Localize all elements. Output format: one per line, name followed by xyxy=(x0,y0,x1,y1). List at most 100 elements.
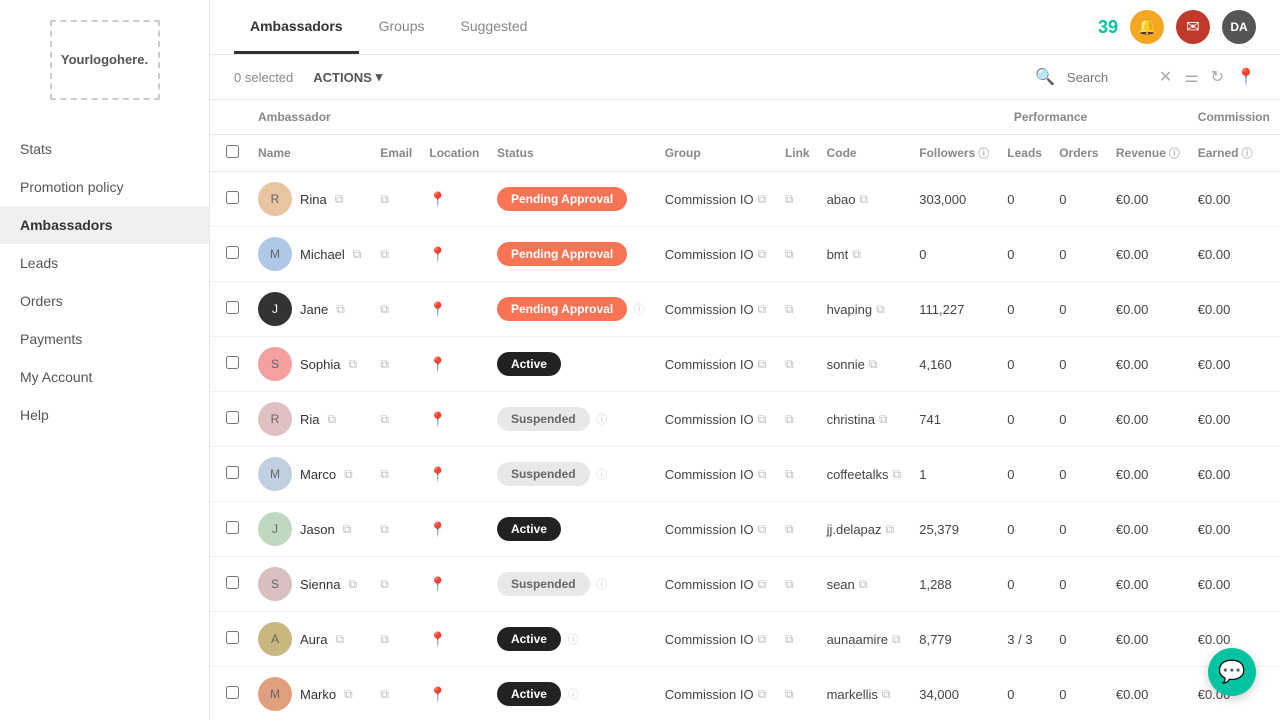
copy-name-icon[interactable]: ⧉ xyxy=(328,412,337,427)
row-checkbox-10[interactable] xyxy=(226,686,239,699)
row-checkbox-7[interactable] xyxy=(226,521,239,534)
location-icon[interactable]: 📍 xyxy=(429,686,446,702)
copy-group-icon[interactable]: ⧉ xyxy=(758,247,767,262)
location-icon[interactable]: 📍 xyxy=(429,356,446,372)
row-checkbox-4[interactable] xyxy=(226,356,239,369)
copy-link-icon[interactable]: ⧉ xyxy=(785,467,794,481)
copy-email-icon[interactable]: ⧉ xyxy=(380,247,389,261)
status-badge[interactable]: Suspended xyxy=(497,407,590,431)
copy-email-icon[interactable]: ⧉ xyxy=(380,357,389,371)
location-icon[interactable]: 📍 xyxy=(429,466,446,482)
sidebar-item-ambassadors[interactable]: Ambassadors xyxy=(0,206,209,244)
filter-icon[interactable]: ⚌ xyxy=(1184,67,1198,87)
status-badge[interactable]: Suspended xyxy=(497,572,590,596)
copy-link-icon[interactable]: ⧉ xyxy=(785,192,794,206)
copy-name-icon[interactable]: ⧉ xyxy=(348,577,357,592)
status-badge[interactable]: Active xyxy=(497,627,561,651)
copy-code-icon[interactable]: ⧉ xyxy=(882,687,891,702)
tab-groups[interactable]: Groups xyxy=(363,0,441,54)
copy-link-icon[interactable]: ⧉ xyxy=(785,687,794,701)
copy-code-icon[interactable]: ⧉ xyxy=(852,247,861,262)
row-checkbox-2[interactable] xyxy=(226,246,239,259)
copy-email-icon[interactable]: ⧉ xyxy=(380,632,389,646)
location-icon[interactable]: 📍 xyxy=(429,576,446,592)
status-badge[interactable]: Suspended xyxy=(497,462,590,486)
status-badge[interactable]: Pending Approval xyxy=(497,297,627,321)
row-checkbox-6[interactable] xyxy=(226,466,239,479)
status-badge[interactable]: Active xyxy=(497,352,561,376)
avatar-icon[interactable]: DA xyxy=(1222,10,1256,44)
sidebar-item-payments[interactable]: Payments xyxy=(0,320,209,358)
copy-email-icon[interactable]: ⧉ xyxy=(380,467,389,481)
copy-code-icon[interactable]: ⧉ xyxy=(859,577,868,592)
sidebar-item-my-account[interactable]: My Account xyxy=(0,358,209,396)
copy-group-icon[interactable]: ⧉ xyxy=(758,192,767,207)
copy-link-icon[interactable]: ⧉ xyxy=(785,577,794,591)
location-icon[interactable]: 📍 xyxy=(429,301,446,317)
location-icon[interactable]: 📍 xyxy=(429,521,446,537)
copy-name-icon[interactable]: ⧉ xyxy=(335,632,344,647)
search-icon[interactable]: 🔍 xyxy=(1035,67,1055,87)
search-input[interactable] xyxy=(1067,70,1147,85)
copy-link-icon[interactable]: ⧉ xyxy=(785,357,794,371)
status-badge[interactable]: Active xyxy=(497,517,561,541)
copy-email-icon[interactable]: ⧉ xyxy=(380,577,389,591)
copy-code-icon[interactable]: ⧉ xyxy=(869,357,878,372)
tab-ambassadors[interactable]: Ambassadors xyxy=(234,0,359,54)
sidebar-item-leads[interactable]: Leads xyxy=(0,244,209,282)
tab-suggested[interactable]: Suggested xyxy=(445,0,544,54)
select-all-checkbox[interactable] xyxy=(226,145,239,158)
copy-email-icon[interactable]: ⧉ xyxy=(380,522,389,536)
copy-group-icon[interactable]: ⧉ xyxy=(758,412,767,427)
location-icon[interactable]: 📍 xyxy=(429,631,446,647)
copy-code-icon[interactable]: ⧉ xyxy=(879,412,888,427)
row-checkbox-8[interactable] xyxy=(226,576,239,589)
copy-group-icon[interactable]: ⧉ xyxy=(758,522,767,537)
copy-code-icon[interactable]: ⧉ xyxy=(892,632,901,647)
sidebar-item-stats[interactable]: Stats xyxy=(0,130,209,168)
copy-link-icon[interactable]: ⧉ xyxy=(785,632,794,646)
row-checkbox-1[interactable] xyxy=(226,191,239,204)
copy-email-icon[interactable]: ⧉ xyxy=(380,302,389,316)
location-icon[interactable]: 📍 xyxy=(429,246,446,262)
mail-icon[interactable]: ✉ xyxy=(1176,10,1210,44)
status-badge[interactable]: Pending Approval xyxy=(497,242,627,266)
copy-name-icon[interactable]: ⧉ xyxy=(335,192,344,207)
status-badge[interactable]: Active xyxy=(497,682,561,706)
copy-name-icon[interactable]: ⧉ xyxy=(336,302,345,317)
copy-email-icon[interactable]: ⧉ xyxy=(380,687,389,701)
copy-name-icon[interactable]: ⧉ xyxy=(348,357,357,372)
location-pin-icon[interactable]: 📍 xyxy=(1236,67,1256,87)
copy-link-icon[interactable]: ⧉ xyxy=(785,302,794,316)
copy-email-icon[interactable]: ⧉ xyxy=(380,412,389,426)
refresh-icon[interactable]: ↻ xyxy=(1211,67,1224,87)
copy-name-icon[interactable]: ⧉ xyxy=(343,522,352,537)
copy-group-icon[interactable]: ⧉ xyxy=(758,687,767,702)
chat-fab[interactable]: 💬 xyxy=(1208,648,1256,696)
copy-group-icon[interactable]: ⧉ xyxy=(758,577,767,592)
copy-code-icon[interactable]: ⧉ xyxy=(893,467,902,482)
copy-link-icon[interactable]: ⧉ xyxy=(785,522,794,536)
copy-code-icon[interactable]: ⧉ xyxy=(876,302,885,317)
sidebar-item-orders[interactable]: Orders xyxy=(0,282,209,320)
row-checkbox-9[interactable] xyxy=(226,631,239,644)
copy-code-icon[interactable]: ⧉ xyxy=(886,522,895,537)
sidebar-item-promotion-policy[interactable]: Promotion policy xyxy=(0,168,209,206)
row-checkbox-5[interactable] xyxy=(226,411,239,424)
copy-name-icon[interactable]: ⧉ xyxy=(344,687,353,702)
copy-group-icon[interactable]: ⧉ xyxy=(758,357,767,372)
copy-email-icon[interactable]: ⧉ xyxy=(380,192,389,206)
notification-icon[interactable]: 🔔 xyxy=(1130,10,1164,44)
copy-group-icon[interactable]: ⧉ xyxy=(758,302,767,317)
close-icon[interactable]: ✕ xyxy=(1159,67,1172,87)
copy-group-icon[interactable]: ⧉ xyxy=(758,632,767,647)
copy-link-icon[interactable]: ⧉ xyxy=(785,412,794,426)
location-icon[interactable]: 📍 xyxy=(429,411,446,427)
row-checkbox-3[interactable] xyxy=(226,301,239,314)
location-icon[interactable]: 📍 xyxy=(429,191,446,207)
actions-button[interactable]: ACTIONS ▾ xyxy=(305,65,390,89)
copy-link-icon[interactable]: ⧉ xyxy=(785,247,794,261)
copy-name-icon[interactable]: ⧉ xyxy=(344,467,353,482)
copy-group-icon[interactable]: ⧉ xyxy=(758,467,767,482)
status-badge[interactable]: Pending Approval xyxy=(497,187,627,211)
